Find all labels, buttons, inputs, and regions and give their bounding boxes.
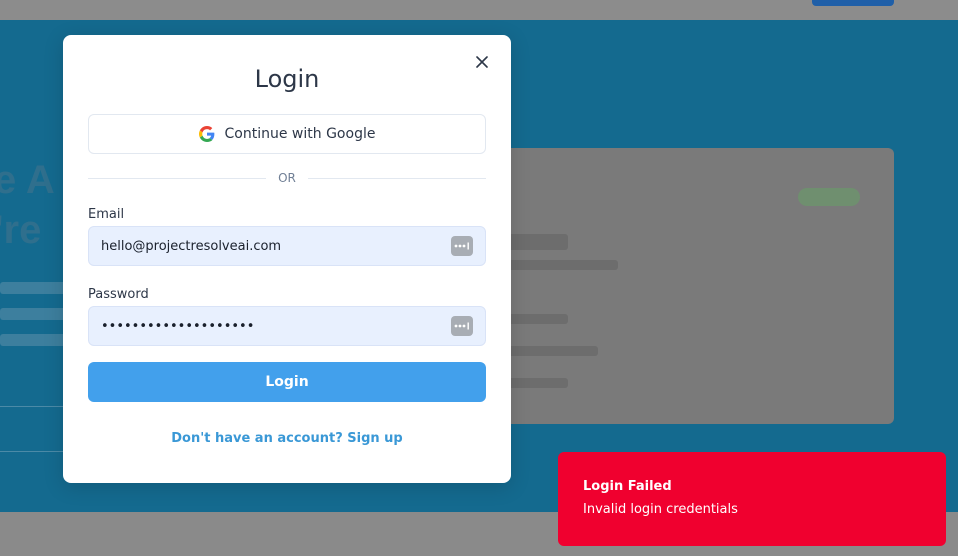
background-heading-line1: e A: [0, 158, 55, 202]
google-login-button[interactable]: Continue with Google: [88, 114, 486, 154]
login-modal: Login Continue with Google OR Email Pass…: [63, 35, 511, 483]
background-card-line: [508, 378, 568, 388]
background-card-line: [508, 314, 568, 324]
email-field-container: [88, 226, 486, 266]
background-text-line: [0, 308, 70, 320]
password-label: Password: [88, 287, 149, 302]
google-login-label: Continue with Google: [224, 126, 376, 142]
background-card-line: [508, 234, 568, 250]
email-field[interactable]: [101, 238, 451, 254]
modal-title: Login: [254, 65, 320, 93]
background-header-button: [812, 0, 894, 6]
background-card-badge: [798, 188, 860, 206]
toast-message: Invalid login credentials: [583, 502, 738, 517]
email-label: Email: [88, 207, 125, 222]
background-card-line: [508, 346, 598, 356]
background-text-line: [0, 282, 70, 294]
error-toast[interactable]: Login Failed Invalid login credentials: [558, 452, 946, 546]
background-card-line: [508, 260, 618, 270]
google-logo-icon: [198, 126, 214, 142]
toast-title: Login Failed: [583, 479, 672, 494]
background-heading-line2: 're: [0, 208, 42, 252]
login-button[interactable]: Login: [88, 362, 486, 402]
password-manager-icon[interactable]: [451, 316, 473, 336]
password-value[interactable]: ••••••••••••••••••••: [101, 319, 451, 334]
signup-link[interactable]: Don't have an account? Sign up: [63, 431, 511, 446]
password-field[interactable]: ••••••••••••••••••••: [88, 306, 486, 346]
divider-rule: [307, 177, 487, 179]
background-pricing-card: [490, 148, 894, 424]
or-divider: OR: [88, 170, 487, 186]
divider-rule: [88, 177, 267, 179]
password-manager-icon[interactable]: [451, 236, 473, 256]
background-text-line: [0, 334, 70, 346]
divider-text: OR: [278, 171, 296, 185]
